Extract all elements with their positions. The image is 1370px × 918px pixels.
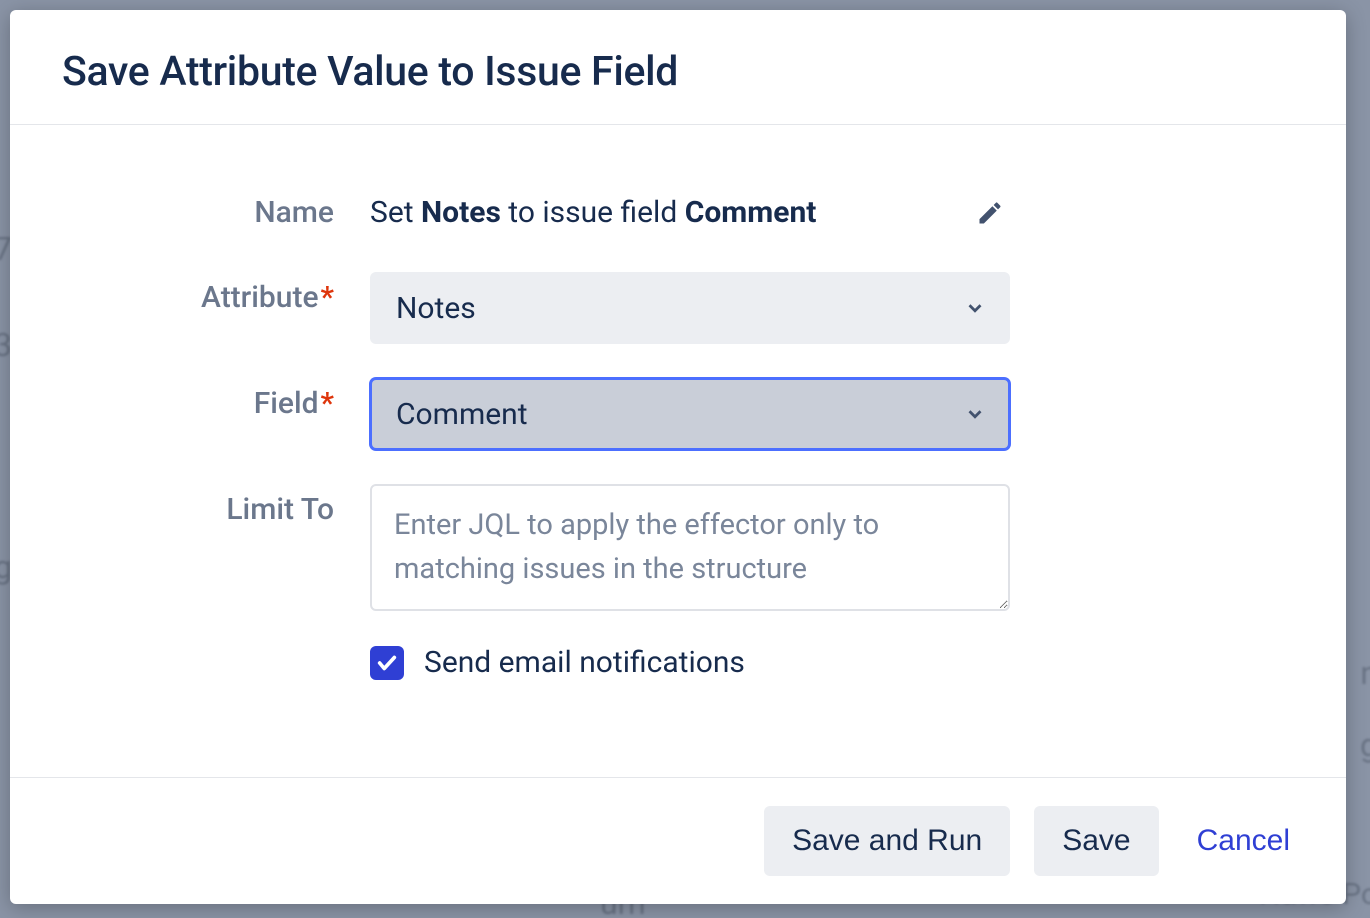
check-icon	[376, 652, 398, 674]
attribute-control: Notes	[370, 272, 1010, 344]
dialog-footer: Save and Run Save Cancel	[10, 777, 1346, 904]
save-button[interactable]: Save	[1034, 806, 1158, 876]
save-attribute-dialog: Save Attribute Value to Issue Field Name…	[10, 10, 1346, 904]
dialog-title: Save Attribute Value to Issue Field	[62, 48, 1294, 96]
field-select-value: Comment	[396, 397, 528, 432]
required-marker: *	[321, 386, 334, 421]
attribute-select[interactable]: Notes	[370, 272, 1010, 344]
cancel-button[interactable]: Cancel	[1183, 806, 1304, 876]
dialog-body: Name Set Notes to issue field Comment At…	[10, 125, 1346, 777]
name-row: Name Set Notes to issue field Comment	[70, 187, 1286, 238]
name-label: Name	[70, 195, 370, 230]
limit-label: Limit To	[70, 484, 370, 527]
dialog-header: Save Attribute Value to Issue Field	[10, 10, 1346, 125]
attribute-select-value: Notes	[396, 291, 476, 326]
field-label: Field*	[70, 378, 370, 421]
limit-control	[370, 484, 1010, 611]
send-email-row: Send email notifications	[70, 645, 1286, 680]
pencil-icon	[976, 199, 1004, 227]
send-email-checkbox[interactable]	[370, 646, 404, 680]
attribute-label: Attribute*	[70, 272, 370, 315]
save-and-run-button[interactable]: Save and Run	[764, 806, 1010, 876]
chevron-down-icon	[964, 297, 986, 319]
chevron-down-icon	[964, 403, 986, 425]
limit-row: Limit To	[70, 484, 1286, 611]
name-text-bold1: Notes	[421, 195, 501, 230]
limit-textarea[interactable]	[370, 484, 1010, 611]
field-select[interactable]: Comment	[370, 378, 1010, 450]
send-email-label: Send email notifications	[424, 645, 745, 680]
send-email-control: Send email notifications	[370, 645, 1010, 680]
name-text-mid: to issue field	[501, 195, 685, 230]
field-row: Field* Comment	[70, 378, 1286, 450]
attribute-row: Attribute* Notes	[70, 272, 1286, 344]
attribute-label-text: Attribute	[201, 280, 318, 315]
spacer-label	[70, 645, 370, 653]
edit-name-button[interactable]	[970, 193, 1010, 233]
name-display: Set Notes to issue field Comment	[370, 187, 930, 238]
name-text-bold2: Comment	[685, 195, 817, 230]
modal-backdrop: 7 3 g n g um Haws Po Save Attribute Valu…	[0, 0, 1370, 918]
field-control: Comment	[370, 378, 1010, 450]
field-label-text: Field	[254, 386, 319, 421]
name-control: Set Notes to issue field Comment	[370, 187, 1010, 238]
required-marker: *	[321, 280, 334, 315]
name-text-prefix: Set	[370, 195, 421, 230]
